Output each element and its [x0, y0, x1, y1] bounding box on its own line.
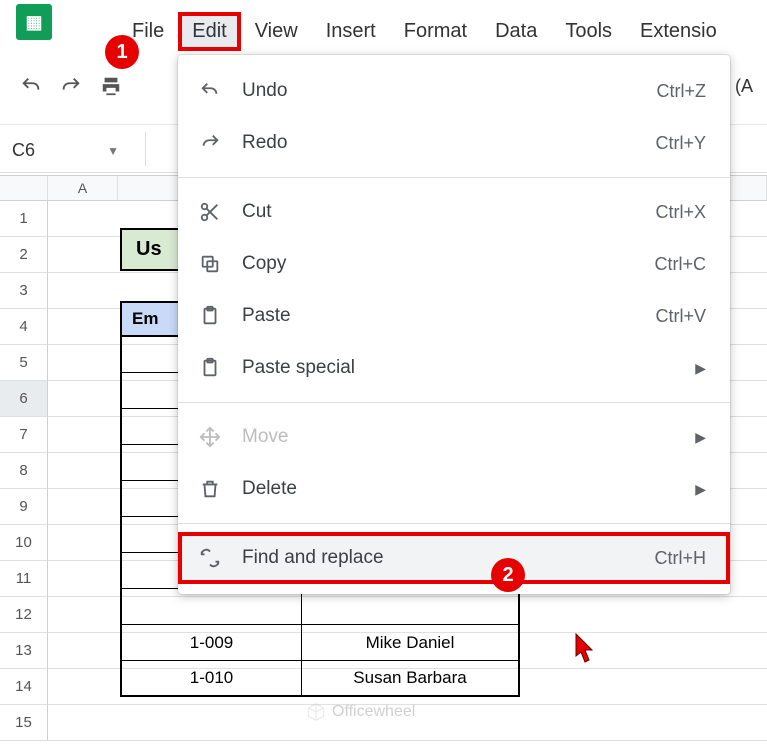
callout-2: 2 [491, 558, 525, 592]
select-all-cell[interactable] [0, 176, 48, 200]
menu-separator [178, 402, 730, 403]
chevron-right-icon: ▶ [695, 429, 706, 446]
menu-item-delete[interactable]: Delete ▶ [178, 463, 730, 515]
cell[interactable] [122, 589, 302, 624]
table-title-cell[interactable]: Us [120, 228, 180, 271]
chevron-right-icon: ▶ [695, 360, 706, 377]
row-header[interactable]: 8 [0, 453, 48, 489]
menu-item-label: Find and replace [242, 547, 634, 569]
menu-extensions[interactable]: Extensio [628, 14, 729, 49]
undo-icon [198, 79, 222, 103]
menu-insert[interactable]: Insert [314, 14, 388, 49]
menu-edit[interactable]: Edit [180, 14, 238, 49]
name-box-value: C6 [12, 140, 35, 161]
menu-item-shortcut: Ctrl+H [654, 548, 706, 569]
menu-separator [178, 177, 730, 178]
row-header[interactable]: 5 [0, 345, 48, 381]
menu-view[interactable]: View [243, 14, 310, 49]
menu-item-redo[interactable]: Redo Ctrl+Y [178, 117, 730, 169]
cell-id[interactable]: 1-010 [122, 661, 302, 695]
row-header[interactable]: 10 [0, 525, 48, 561]
table-header-cell[interactable]: Em [120, 301, 180, 337]
name-box[interactable]: C6 ▼ [12, 140, 127, 161]
watermark: Officewheel [306, 702, 415, 722]
menu-item-cut[interactable]: Cut Ctrl+X [178, 186, 730, 238]
menu-item-move: Move ▶ [178, 411, 730, 463]
cell-name[interactable]: Mike Daniel [302, 625, 518, 660]
row-header[interactable]: 14 [0, 669, 48, 705]
menu-bar: File Edit View Insert Format Data Tools … [120, 14, 729, 49]
print-icon[interactable] [100, 75, 122, 97]
menu-item-label: Delete [242, 478, 675, 500]
toolbar [20, 75, 122, 97]
row-header[interactable]: 3 [0, 273, 48, 309]
col-header-a[interactable]: A [48, 176, 118, 200]
menu-item-label: Paste [242, 305, 635, 327]
row-header[interactable]: 11 [0, 561, 48, 597]
row-header[interactable]: 15 [0, 705, 48, 741]
menu-item-paste[interactable]: Paste Ctrl+V [178, 290, 730, 342]
cell[interactable] [302, 589, 518, 624]
menu-item-undo[interactable]: Undo Ctrl+Z [178, 65, 730, 117]
watermark-text: Officewheel [332, 703, 415, 721]
row-header[interactable]: 9 [0, 489, 48, 525]
menu-item-shortcut: Ctrl+V [655, 306, 706, 327]
menu-item-shortcut: Ctrl+Y [655, 133, 706, 154]
clipboard-icon [198, 304, 222, 328]
copy-icon [198, 252, 222, 276]
cursor-pointer-icon [568, 632, 596, 671]
menu-item-label: Paste special [242, 357, 675, 379]
menu-item-label: Redo [242, 132, 635, 154]
row-header[interactable]: 4 [0, 309, 48, 345]
menu-format[interactable]: Format [392, 14, 479, 49]
trash-icon [198, 477, 222, 501]
menu-item-label: Move [242, 426, 675, 448]
menu-item-shortcut: Ctrl+Z [657, 81, 707, 102]
row-header[interactable]: 7 [0, 417, 48, 453]
chevron-right-icon: ▶ [695, 481, 706, 498]
menu-item-shortcut: Ctrl+X [655, 202, 706, 223]
cell-name[interactable]: Susan Barbara [302, 661, 518, 695]
row-header[interactable]: 6 [0, 381, 48, 417]
row-header[interactable]: 12 [0, 597, 48, 633]
menu-tools[interactable]: Tools [553, 14, 624, 49]
cell-id[interactable]: 1-009 [122, 625, 302, 660]
cell[interactable] [48, 201, 118, 237]
formula-bar-divider [145, 132, 146, 166]
row-header[interactable]: 13 [0, 633, 48, 669]
sheets-logo: ▦ [16, 4, 52, 40]
find-replace-icon [198, 546, 222, 570]
edit-menu-dropdown: Undo Ctrl+Z Redo Ctrl+Y Cut Ctrl+X Copy … [178, 55, 730, 594]
menu-item-find-replace[interactable]: Find and replace Ctrl+H [178, 532, 730, 584]
cube-icon [306, 702, 326, 722]
chevron-down-icon: ▼ [107, 144, 119, 158]
menu-item-shortcut: Ctrl+C [654, 254, 706, 275]
scissors-icon [198, 200, 222, 224]
menu-item-label: Undo [242, 80, 637, 102]
menu-item-label: Copy [242, 253, 634, 275]
menu-data[interactable]: Data [483, 14, 549, 49]
row-header[interactable]: 2 [0, 237, 48, 273]
callout-1: 1 [105, 35, 139, 69]
menu-item-copy[interactable]: Copy Ctrl+C [178, 238, 730, 290]
clipboard-icon [198, 356, 222, 380]
redo-icon[interactable] [60, 75, 82, 97]
move-icon [198, 425, 222, 449]
row-header[interactable]: 1 [0, 201, 48, 237]
menu-item-paste-special[interactable]: Paste special ▶ [178, 342, 730, 394]
undo-icon[interactable] [20, 75, 42, 97]
menu-item-label: Cut [242, 201, 635, 223]
redo-icon [198, 131, 222, 155]
menu-separator [178, 523, 730, 524]
